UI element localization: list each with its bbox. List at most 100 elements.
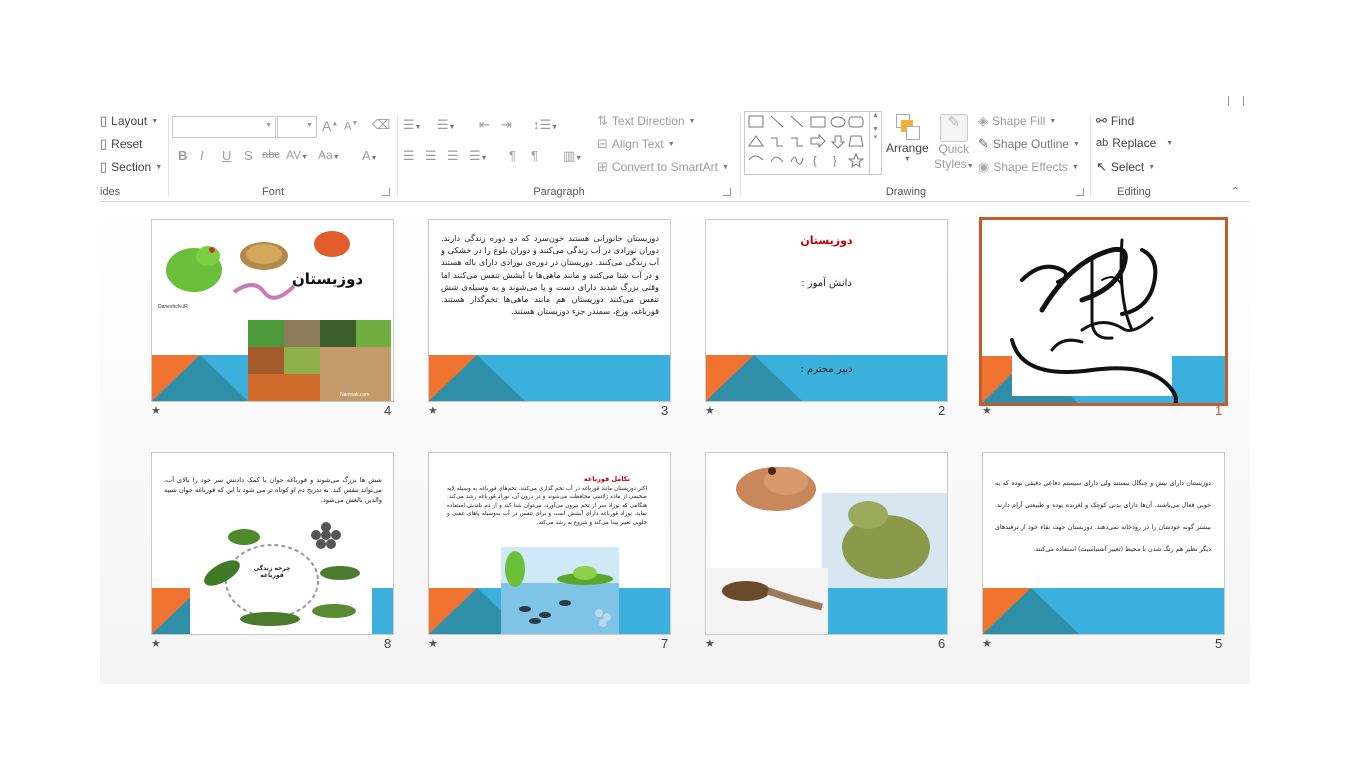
align-left-icon[interactable]: ☰	[403, 148, 415, 164]
font-color-button[interactable]: A▼	[362, 148, 378, 163]
transition-star-icon[interactable]: ★	[151, 637, 161, 650]
slide-4-images	[152, 231, 391, 401]
slide-8-body: شش ها بزرگ می‌شوند و قورباغه جوان با کمک…	[164, 476, 382, 504]
shape-fill-button[interactable]: ◈ Shape Fill ▼	[978, 113, 1056, 129]
editing-group: ⚯ Find ab Replace ▼ ↖ Select ▼ Editing	[1092, 108, 1182, 201]
chevron-down-icon: ▼	[966, 163, 974, 170]
select-button[interactable]: ↖ Select ▼	[1096, 159, 1155, 175]
slide-5-body: دوزیستان دارای نیش و چنگال نیستند ولی دا…	[995, 480, 1211, 553]
transition-star-icon[interactable]: ★	[705, 637, 715, 650]
slide-thumbnail-1[interactable]	[979, 217, 1228, 406]
increase-indent-icon[interactable]: ⇥	[501, 117, 512, 133]
group-divider	[168, 114, 169, 196]
chevron-down-icon: ▼	[301, 154, 309, 161]
transition-star-icon[interactable]: ★	[151, 404, 161, 417]
slide-3-body: دوزیستان جانورانی هستند خون‌سرد که دو دو…	[441, 233, 659, 317]
ltr-icon[interactable]: ¶	[509, 148, 516, 163]
transition-star-icon[interactable]: ★	[428, 404, 438, 417]
slide-number-1: 1	[1215, 403, 1223, 418]
dialog-launcher-icon[interactable]	[382, 188, 390, 196]
text-direction-button[interactable]: ⇅ Text Direction ▼	[597, 113, 696, 129]
slide-number-4: 4	[384, 403, 392, 418]
editing-group-label: Editing	[1117, 186, 1151, 198]
shape-effects-button[interactable]: ◉ Shape Effects ▼	[978, 159, 1079, 175]
collapse-ribbon-icon[interactable]: ⌃	[1231, 185, 1240, 198]
italic-button[interactable]: I	[200, 148, 204, 163]
transition-star-icon[interactable]: ★	[982, 404, 992, 417]
slide-thumbnail-2[interactable]: دوزیستان دانش آموز : دبیر محترم :	[705, 219, 948, 402]
transition-star-icon[interactable]: ★	[428, 637, 438, 650]
slide-2-teacher: دبیر محترم :	[800, 364, 853, 375]
slide-2-title: دوزیستان	[800, 234, 853, 247]
slide-thumbnail-8[interactable]: شش ها بزرگ می‌شوند و قورباغه جوان با کمک…	[151, 452, 394, 635]
numbering-icon[interactable]: ☰▼	[437, 117, 456, 133]
font-name-combo[interactable]: ▼	[172, 116, 276, 138]
align-center-icon[interactable]: ☰	[425, 148, 437, 164]
replace-button[interactable]: ab Replace ▼	[1096, 136, 1173, 150]
transition-star-icon[interactable]: ★	[705, 404, 715, 417]
arrange-button[interactable]: Arrange ▼	[886, 114, 929, 163]
paragraph-group: ☰▼ ☰▼ ⇤ ⇥ ↕☰▼ ☰ ☰ ☰ ☰▼ ¶ ¶ ▥▼ ⇅ Text Dir…	[399, 108, 739, 201]
slide-number-2: 2	[938, 403, 946, 418]
quick-styles-icon: ✎	[939, 114, 968, 142]
dialog-launcher-icon[interactable]	[723, 188, 731, 196]
arrange-icon	[894, 114, 921, 140]
font-size-combo[interactable]: ▼	[277, 116, 317, 138]
clear-formatting-icon[interactable]: ⌫	[372, 117, 390, 133]
bullets-icon[interactable]: ☰▼	[403, 117, 422, 133]
bold-button[interactable]: B	[178, 148, 187, 163]
underline-button[interactable]: U	[222, 148, 231, 163]
shapes-gallery[interactable]: { } ▲ ▼ ▾	[744, 111, 882, 175]
shape-effects-icon: ◉	[978, 159, 990, 174]
chevron-down-icon: ▼	[151, 117, 159, 125]
transition-star-icon[interactable]: ★	[982, 637, 992, 650]
drawing-group: { } ▲ ▼ ▾ Arrange ▼ ✎ Quick Styles▼ ◈ Sh…	[742, 108, 1090, 201]
slide-number-8: 8	[384, 636, 392, 651]
slide-number-6: 6	[938, 636, 946, 651]
line-spacing-icon[interactable]: ↕☰▼	[533, 117, 558, 133]
layout-button[interactable]: ▯ Layout ▼	[100, 113, 158, 129]
shape-outline-button[interactable]: ✎ Shape Outline ▼	[978, 136, 1080, 152]
cursor-icon: ↖	[1096, 159, 1107, 174]
dialog-launcher-icon[interactable]	[1076, 188, 1084, 196]
chevron-down-icon: ▼	[688, 117, 696, 125]
chevron-down-icon: ▼	[155, 163, 163, 171]
slide-7-body: اکثر دوزیستان مانند قورباغه در آب تخم گذ…	[447, 486, 647, 526]
reset-button[interactable]: ▯ Reset	[100, 136, 143, 152]
slide-thumbnail-5[interactable]: دوزیستان دارای نیش و چنگال نیستند ولی دا…	[982, 452, 1225, 635]
decrease-indent-icon[interactable]: ⇤	[479, 117, 490, 133]
slide-1-calligraphy-image	[982, 238, 1225, 403]
drawing-group-label: Drawing	[885, 186, 927, 198]
smartart-icon: ⊞	[597, 159, 608, 174]
shadow-button[interactable]: S	[244, 148, 253, 163]
rtl-icon[interactable]: ¶	[531, 148, 538, 163]
chevron-down-icon: ▼	[370, 155, 378, 162]
paint-bucket-icon: ◈	[978, 113, 988, 128]
section-button[interactable]: ▯ Section ▼	[100, 159, 162, 175]
slide-7-title: تکامل قورباغه	[583, 475, 630, 483]
columns-icon[interactable]: ▥▼	[563, 148, 582, 164]
slide-8-cycle-label: چرخه زندگی قورباغه	[253, 565, 291, 579]
find-button[interactable]: ⚯ Find	[1096, 113, 1134, 129]
slide-thumbnail-6[interactable]	[705, 452, 948, 635]
quick-styles-button[interactable]: ✎ Quick Styles▼	[934, 114, 974, 174]
align-right-icon[interactable]: ☰	[447, 148, 459, 164]
shrink-font-button[interactable]: A▼	[344, 120, 358, 133]
strikethrough-button[interactable]: abc	[262, 149, 280, 161]
grow-font-button[interactable]: A▲	[322, 118, 338, 134]
gallery-scroll[interactable]: ▲ ▼ ▾	[869, 112, 881, 174]
justify-icon[interactable]: ☰▼	[469, 148, 488, 164]
change-case-button[interactable]: Aa▼	[318, 148, 340, 162]
convert-smartart-button[interactable]: ⊞ Convert to SmartArt ▼	[597, 159, 729, 175]
slide-thumbnail-3[interactable]: دوزیستان جانورانی هستند خون‌سرد که دو دو…	[428, 219, 671, 402]
svg-text:{: {	[813, 155, 817, 167]
character-spacing-button[interactable]: AV▼	[286, 148, 308, 162]
chevron-down-icon: ▼	[1166, 139, 1174, 147]
slide-thumbnail-7[interactable]: تکامل قورباغه اکثر دوزیستان مانند قورباغ…	[428, 452, 671, 635]
align-text-button[interactable]: ⊟ Align Text ▼	[597, 136, 675, 152]
slide-thumbnail-4[interactable]: دوزیستان Daneshchi.iR Namnak.com	[151, 219, 394, 402]
chevron-down-icon: ▼	[1072, 140, 1080, 148]
window-control-icon[interactable]	[1228, 96, 1244, 106]
chevron-down-icon: ▼	[667, 140, 675, 148]
slides-group-label: ides	[100, 186, 121, 198]
